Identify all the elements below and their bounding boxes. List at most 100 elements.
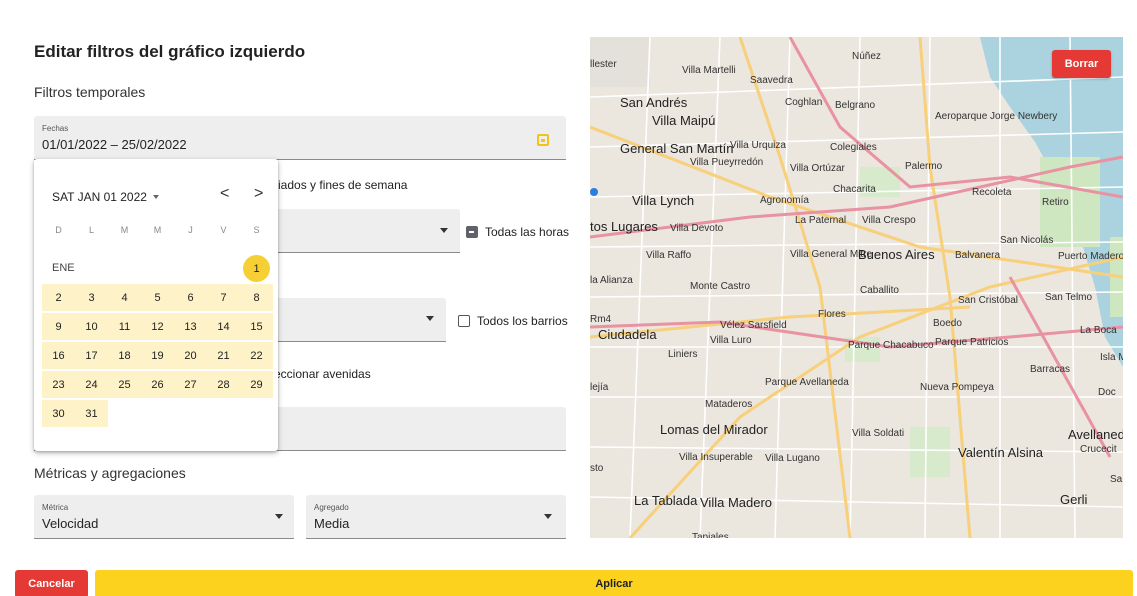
holidays-weekends-label: iados y fines de semana	[278, 178, 408, 192]
all-hours-checkbox-row[interactable]: Todas las horas	[466, 225, 569, 239]
map-place-label: llester	[590, 59, 617, 70]
metric-chevron-down-icon[interactable]	[275, 514, 283, 519]
date-picker-popup: SAT JAN 01 2022 < > DLMMJVS ENE 12345678…	[34, 159, 278, 451]
calendar-day[interactable]: 13	[174, 313, 207, 340]
map-place-label: sto	[590, 463, 604, 474]
map-place-label: Buenos Aires	[858, 247, 935, 262]
map-place-label: Villa Urquiza	[730, 140, 786, 151]
map-place-label: San Andrés	[620, 95, 688, 110]
calendar-day[interactable]: 12	[141, 313, 174, 340]
map-place-label: Valentín Alsina	[958, 445, 1044, 460]
map-place-label: Balvanera	[955, 250, 1001, 261]
calendar-day[interactable]: 26	[141, 371, 174, 398]
map-place-label: Villa Ortúzar	[790, 163, 845, 174]
map-place-label: Boedo	[933, 318, 962, 329]
calendar-day[interactable]: 27	[174, 371, 207, 398]
map-place-label: lejía	[590, 382, 609, 393]
calendar-day[interactable]: 8	[240, 284, 273, 311]
map-place-label: Crucecit	[1080, 444, 1117, 455]
map-place-label: Agronomía	[760, 195, 809, 206]
calendar-day[interactable]: 11	[108, 313, 141, 340]
delete-map-selection-button[interactable]: Borrar	[1052, 50, 1111, 78]
calendar-day[interactable]: 2	[42, 284, 75, 311]
weekday-header: J	[188, 225, 193, 235]
calendar-day[interactable]: 28	[207, 371, 240, 398]
date-picker-year-toggle[interactable]: SAT JAN 01 2022	[52, 190, 159, 204]
map-place-label: Sa	[1110, 474, 1123, 485]
calendar-day[interactable]: 23	[42, 371, 75, 398]
map-place-label: Villa Maipú	[652, 113, 716, 128]
calendar-day[interactable]: 3	[75, 284, 108, 311]
map-place-label: Retiro	[1042, 197, 1069, 208]
barrios-select-chevron-down-icon[interactable]	[426, 316, 434, 321]
calendar-day[interactable]: 5	[141, 284, 174, 311]
calendar-icon[interactable]	[537, 134, 549, 146]
all-hours-checkbox[interactable]	[466, 226, 478, 238]
map-place-label: Parque Patricios	[935, 337, 1009, 348]
calendar-day[interactable]: 29	[240, 371, 273, 398]
chevron-down-icon	[152, 195, 159, 199]
calendar-day[interactable]: 31	[75, 400, 108, 427]
map-place-label: Palermo	[905, 161, 943, 172]
map-place-label: Villa Insuperable	[679, 452, 753, 463]
map-place-label: San Nicolás	[1000, 235, 1054, 246]
map-view[interactable]: Borrar llester Villa Martelli Núñez Saavedr…	[590, 37, 1123, 538]
calendar-day[interactable]: 21	[207, 342, 240, 369]
map-place-label: La Paternal	[795, 215, 847, 226]
map-place-label: Villa Raffo	[646, 250, 692, 261]
aggregate-select[interactable]: Agregado Media	[306, 495, 566, 539]
calendar-day[interactable]: 19	[141, 342, 174, 369]
calendar-day[interactable]: 7	[207, 284, 240, 311]
map-place-label: Villa Soldati	[852, 428, 905, 439]
calendar-day[interactable]: 17	[75, 342, 108, 369]
weekday-header: S	[253, 225, 260, 235]
map-place-label: Villa Devoto	[670, 223, 724, 234]
map-place-label: Avellaneda	[1068, 427, 1123, 442]
metric-select[interactable]: Métrica Velocidad	[34, 495, 294, 539]
calendar-day[interactable]: 15	[240, 313, 273, 340]
next-month-button[interactable]: >	[254, 185, 263, 203]
calendar-day[interactable]: 1	[240, 255, 273, 282]
date-range-field[interactable]: Fechas 01/01/2022 – 25/02/2022	[34, 116, 566, 160]
map-place-label: Núñez	[852, 51, 881, 62]
calendar-day[interactable]: 16	[42, 342, 75, 369]
map-place-label: Villa Lynch	[632, 193, 695, 208]
calendar-day[interactable]: 25	[108, 371, 141, 398]
calendar-day[interactable]: 30	[42, 400, 75, 427]
all-barrios-checkbox[interactable]	[458, 315, 470, 327]
metrics-aggregations-label: Métricas y agregaciones	[34, 465, 186, 481]
calendar-day[interactable]: 6	[174, 284, 207, 311]
map-place-label: Rm4	[590, 314, 612, 325]
month-label: ENE	[52, 262, 75, 274]
cancel-button[interactable]: Cancelar	[15, 570, 88, 596]
aggregate-chevron-down-icon[interactable]	[544, 514, 552, 519]
hours-select-chevron-down-icon[interactable]	[440, 228, 448, 233]
map-place-label: San Cristóbal	[958, 295, 1019, 306]
calendar-day[interactable]: 4	[108, 284, 141, 311]
map-place-label: Vélez Sarsfield	[720, 320, 787, 331]
aggregate-value: Media	[314, 516, 350, 531]
calendar-day[interactable]: 20	[174, 342, 207, 369]
date-range-value: 01/01/2022 – 25/02/2022	[42, 137, 187, 152]
calendar-day[interactable]: 14	[207, 313, 240, 340]
apply-button[interactable]: Aplicar	[95, 570, 1133, 596]
all-barrios-checkbox-row[interactable]: Todos los barrios	[458, 314, 568, 328]
map-place-label: Parque Avellaneda	[765, 377, 849, 388]
date-range-label: Fechas	[42, 124, 69, 133]
map-place-label: Aeroparque Jorge Newbery	[935, 111, 1058, 122]
map-place-label: Liniers	[668, 349, 698, 360]
map-place-label: Villa Lugano	[765, 453, 820, 464]
calendar-day[interactable]: 24	[75, 371, 108, 398]
metric-label: Métrica	[42, 503, 69, 512]
temporal-filters-label: Filtros temporales	[34, 84, 146, 100]
calendar-day[interactable]: 9	[42, 313, 75, 340]
map-place-label: San Telmo	[1045, 292, 1093, 303]
date-picker-header: SAT JAN 01 2022	[52, 190, 147, 204]
calendar-day[interactable]: 10	[75, 313, 108, 340]
map-place-label: Monte Castro	[690, 281, 751, 292]
calendar-day[interactable]: 22	[240, 342, 273, 369]
map-place-label: Ciudadela	[598, 327, 657, 342]
map-place-label: Saavedra	[750, 75, 793, 86]
calendar-day[interactable]: 18	[108, 342, 141, 369]
prev-month-button[interactable]: <	[220, 185, 229, 203]
